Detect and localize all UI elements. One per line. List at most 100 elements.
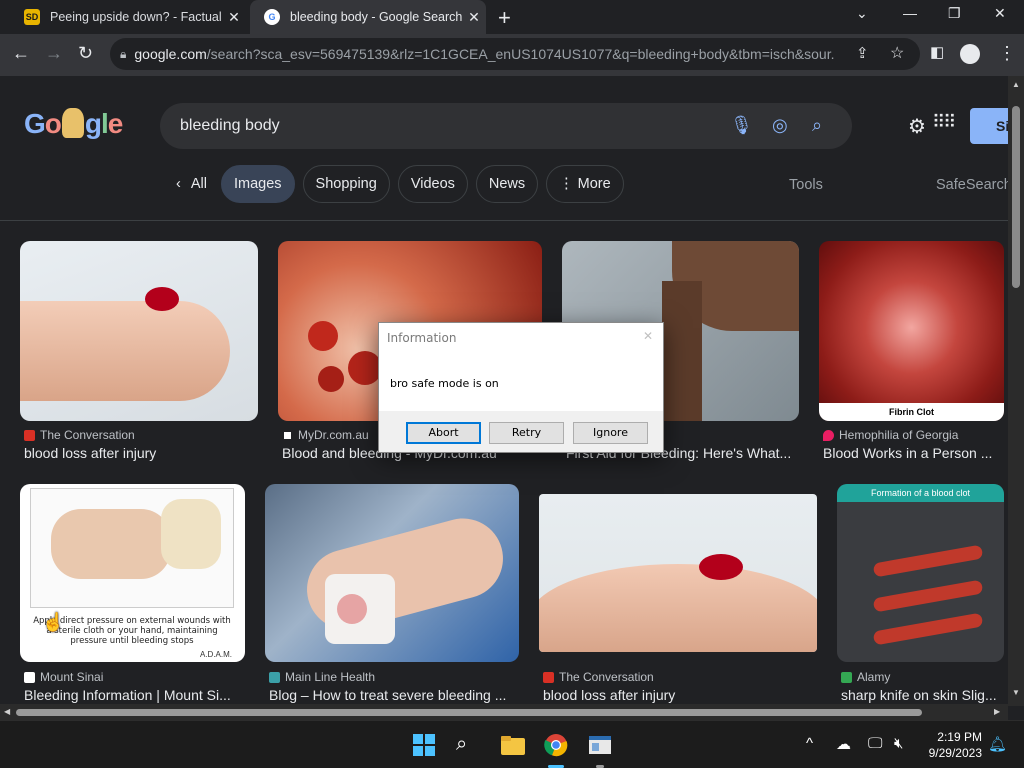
chip-all[interactable]: ‹ All: [170, 165, 213, 203]
hemophilia-favicon-icon: [823, 429, 834, 441]
chip-videos[interactable]: Videos: [397, 165, 468, 203]
scroll-up-arrow-icon[interactable]: ▲: [1012, 80, 1020, 89]
illustration-frame: [30, 488, 234, 608]
result-caption[interactable]: Blood Works in a Person ...: [823, 445, 1003, 461]
chip-label: News: [488, 176, 526, 192]
result-caption[interactable]: blood loss after injury: [24, 445, 256, 461]
back-arrow-icon[interactable]: ←: [12, 43, 30, 64]
file-explorer-icon[interactable]: [500, 733, 525, 757]
horizontal-scrollbar[interactable]: ◀ ▶: [0, 704, 1008, 720]
chip-images[interactable]: Images: [220, 165, 295, 203]
alamy-favicon-icon: [841, 671, 852, 683]
tab-factual[interactable]: SD Peeing upside down? - Factual C ✕: [10, 0, 246, 34]
chip-more[interactable]: ⋮ More: [546, 165, 624, 203]
share-icon[interactable]: ⇪: [856, 44, 869, 62]
search-query[interactable]: bleeding body: [180, 117, 280, 135]
result-source[interactable]: MyDr.com.au: [282, 428, 369, 442]
safesearch-button[interactable]: SafeSearch: [936, 177, 1008, 193]
gear-icon[interactable]: ⚙: [908, 114, 926, 139]
new-tab-icon[interactable]: +: [498, 5, 511, 31]
dialog-button-bar: Abort Retry Ignore: [379, 411, 663, 452]
result-source[interactable]: Hemophilia of Georgia: [823, 428, 958, 442]
result-image[interactable]: [20, 241, 258, 421]
ignore-button[interactable]: Ignore: [573, 422, 648, 444]
close-tab-icon[interactable]: ✕: [462, 9, 486, 26]
url-path: /search?sca_esv=569475139&rlz=1C1GCEA_en…: [206, 46, 835, 62]
abort-button[interactable]: Abort: [406, 422, 481, 444]
tab-google-search[interactable]: G bleeding body - Google Search ✕: [250, 0, 486, 34]
tab-title: bleeding body - Google Search: [290, 10, 462, 24]
kebab-menu-icon[interactable]: ⋮: [998, 43, 1016, 64]
tools-button[interactable]: Tools: [789, 177, 823, 193]
result-source[interactable]: The Conversation: [24, 428, 135, 442]
result-image[interactable]: [539, 494, 817, 652]
fingertip-shape: [20, 301, 230, 401]
profile-avatar-icon[interactable]: [960, 44, 980, 64]
scroll-right-arrow-icon[interactable]: ▶: [994, 707, 1000, 716]
microphone-icon[interactable]: 🎙︎: [730, 115, 753, 136]
chrome-icon[interactable]: [544, 733, 568, 757]
app-window-icon[interactable]: [588, 733, 612, 757]
bookmark-star-icon[interactable]: ☆: [890, 43, 904, 63]
system-clock[interactable]: 2:19 PM 9/29/2023: [929, 729, 982, 761]
hand-cursor-icon: ☝: [42, 612, 65, 632]
horizontal-scroll-thumb[interactable]: [16, 709, 922, 716]
forward-arrow-icon[interactable]: →: [45, 43, 63, 64]
conversation-favicon-icon: [24, 429, 35, 441]
google-lens-icon[interactable]: ◎: [772, 115, 788, 136]
close-tab-icon[interactable]: ✕: [222, 9, 246, 26]
blood-cell-shape: [348, 351, 382, 385]
result-image[interactable]: Formation of a blood clot: [837, 484, 1004, 662]
notification-bell-icon[interactable]: 🔔︎: [988, 735, 1007, 753]
taskbar-search-icon[interactable]: ⌕: [456, 733, 480, 757]
glove-shape: [161, 499, 221, 569]
side-panel-icon[interactable]: ◧: [930, 43, 944, 61]
minimize-icon[interactable]: —: [903, 5, 917, 21]
retry-button[interactable]: Retry: [489, 422, 564, 444]
apps-grid-icon[interactable]: ⠿⠿: [932, 112, 956, 133]
result-source[interactable]: Mount Sinai: [24, 670, 103, 684]
result-image[interactable]: Fibrin Clot: [819, 241, 1004, 421]
windows-start-icon[interactable]: [412, 733, 436, 757]
vertical-scroll-thumb[interactable]: [1012, 106, 1020, 288]
result-caption[interactable]: blood loss after injury: [543, 687, 815, 703]
result-image[interactable]: Apply direct pressure on external wounds…: [20, 484, 245, 662]
network-icon[interactable]: 🖵︎: [868, 735, 882, 752]
search-icon[interactable]: ⌕: [812, 115, 822, 136]
result-image[interactable]: [265, 484, 519, 662]
mount-sinai-favicon-icon: [24, 671, 35, 683]
scroll-left-arrow-icon[interactable]: ◀: [4, 707, 10, 716]
blood-drop-shape: [699, 554, 743, 580]
search-box[interactable]: bleeding body 🎙︎ ◎ ⌕: [160, 103, 852, 149]
vessel-shape: [872, 544, 984, 578]
google-doodle-logo[interactable]: Go gle: [24, 108, 123, 140]
source-label: Alamy: [857, 670, 891, 684]
sign-in-button[interactable]: Si: [970, 108, 1008, 144]
onedrive-cloud-icon[interactable]: ☁: [836, 735, 851, 753]
result-source[interactable]: The Conversation: [543, 670, 654, 684]
result-source[interactable]: Alamy: [841, 670, 890, 684]
result-source[interactable]: Main Line Health: [269, 670, 375, 684]
close-window-icon[interactable]: ✕: [994, 5, 1006, 22]
main-line-health-favicon-icon: [269, 671, 280, 683]
tab-search-chevron-icon[interactable]: ⌄: [856, 5, 868, 22]
blood-drop-shape: [145, 287, 179, 311]
information-dialog: Information ✕ bro safe mode is on Abort …: [378, 322, 664, 453]
result-caption[interactable]: Blog – How to treat severe bleeding ...: [269, 687, 517, 703]
address-bar[interactable]: 🔒︎ google.com/search?sca_esv=569475139&r…: [110, 38, 920, 70]
restore-icon[interactable]: ❐: [948, 5, 961, 22]
scroll-down-arrow-icon[interactable]: ▼: [1012, 688, 1020, 697]
result-caption[interactable]: Bleeding Information | Mount Si...: [24, 687, 246, 703]
blood-cell-shape: [318, 366, 344, 392]
hand-shape: [51, 509, 171, 579]
vertical-scrollbar[interactable]: ▲ ▼: [1008, 76, 1024, 706]
result-caption[interactable]: sharp knife on skin Slig...: [841, 687, 1003, 703]
dialog-close-icon[interactable]: ✕: [643, 329, 653, 343]
chip-shopping[interactable]: Shopping: [302, 165, 390, 203]
tray-overflow-chevron-icon[interactable]: ^: [806, 735, 813, 752]
volume-muted-icon[interactable]: 🔇︎: [894, 735, 903, 752]
chip-news[interactable]: News: [475, 165, 539, 203]
reload-icon[interactable]: ↻: [78, 43, 93, 64]
source-label: Main Line Health: [285, 670, 376, 684]
source-label: The Conversation: [40, 428, 135, 442]
